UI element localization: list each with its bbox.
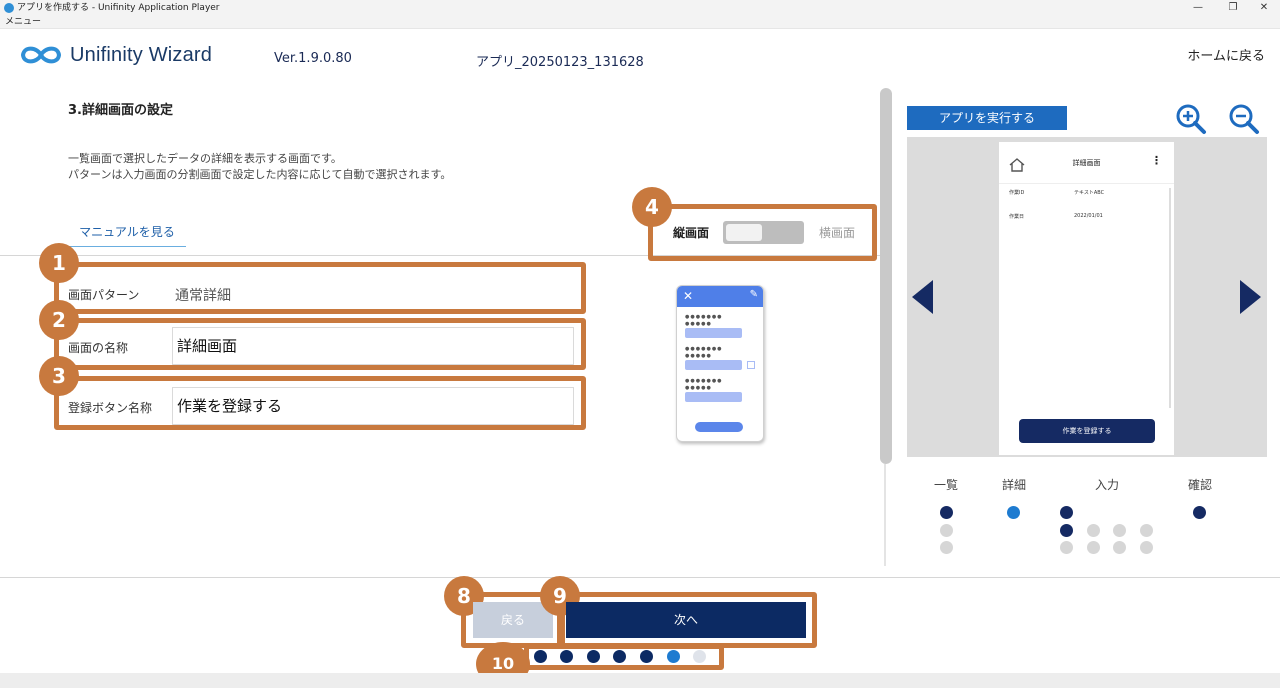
zoom-in-icon[interactable]: [1175, 103, 1207, 135]
screen-label-detail: 詳細: [1002, 478, 1027, 492]
next-button[interactable]: 次へ: [566, 602, 806, 638]
preview-row-label: 作業日: [1009, 214, 1025, 220]
preview-phone: 詳細画面 ⋮ 作業ID テキストABC 作業日 2022/01/01 作業を登録…: [999, 142, 1174, 455]
thumbnail-field: [685, 392, 742, 402]
app-name: アプリ_20250123_131628: [476, 55, 644, 70]
button-name-input[interactable]: 作業を登録する: [172, 387, 574, 425]
version-label: Ver.1.9.0.80: [274, 51, 352, 66]
progress-dot: [534, 650, 547, 663]
section-title: 3.詳細画面の設定: [68, 103, 173, 118]
close-button[interactable]: ✕: [1246, 0, 1280, 16]
close-icon: ✕: [683, 289, 694, 303]
screen-dot[interactable]: [1140, 541, 1153, 554]
screen-dot-current[interactable]: [1007, 506, 1020, 519]
callout-badge-3: 3: [39, 356, 79, 396]
section-description: 一覧画面で選択したデータの詳細を表示する画面です。 パターンは入力画面の分割画面…: [68, 151, 451, 183]
window-title: アプリを作成する - Unifinity Application Player: [17, 3, 220, 13]
screen-dot[interactable]: [1060, 524, 1073, 537]
footer-divider: [0, 577, 1280, 578]
thumbnail-field: [685, 328, 742, 338]
preview-scrollbar: [1169, 188, 1171, 408]
preview-header: 詳細画面 ⋮: [999, 142, 1174, 184]
menu-bar: メニュー: [0, 16, 1280, 29]
thumbnail-text: ●●●●●: [685, 353, 712, 359]
callout-badge-2: 2: [39, 300, 79, 340]
screen-dot[interactable]: [1087, 524, 1100, 537]
logo-text: Unifinity Wizard: [70, 43, 213, 66]
screen-dot[interactable]: [1060, 506, 1073, 519]
screen-dot[interactable]: [1113, 524, 1126, 537]
vertical-scrollbar[interactable]: [880, 88, 892, 464]
screen-dot[interactable]: [940, 524, 953, 537]
footer-bar: [0, 673, 1280, 688]
callout-badge-1: 1: [39, 243, 79, 283]
screen-dot[interactable]: [1087, 541, 1100, 554]
divider: [884, 464, 886, 566]
thumbnail-field: [685, 360, 742, 370]
pattern-label: 画面パターン: [68, 288, 140, 302]
screen-label-list: 一覧: [934, 478, 959, 492]
name-label: 画面の名称: [68, 341, 129, 355]
progress-dot-current: [667, 650, 680, 663]
preview-row-value: 2022/01/01: [1074, 213, 1103, 219]
app-icon: [4, 3, 14, 13]
run-app-button[interactable]: アプリを実行する: [907, 106, 1067, 130]
screen-dot[interactable]: [1060, 541, 1073, 554]
screen-dot[interactable]: [1113, 541, 1126, 554]
edit-icon: ✎: [749, 289, 758, 300]
calendar-icon: [747, 361, 755, 369]
zoom-out-icon[interactable]: [1228, 103, 1260, 135]
button-name-label: 登録ボタン名称: [68, 401, 153, 415]
screen-dot[interactable]: [1193, 506, 1206, 519]
menu-item[interactable]: メニュー: [5, 17, 41, 27]
thumbnail-text: ●●●●●●●: [685, 346, 723, 352]
orientation-toggle[interactable]: [723, 221, 804, 244]
thumbnail-text: ●●●●●: [685, 385, 712, 391]
callout-badge-4: 4: [632, 187, 672, 227]
minimize-button[interactable]: —: [1180, 0, 1216, 16]
back-button[interactable]: 戻る: [473, 602, 553, 638]
description-line: 一覧画面で選択したデータの詳細を表示する画面です。: [68, 152, 342, 165]
progress-dot: [613, 650, 626, 663]
progress-dot: [560, 650, 573, 663]
screen-label-input: 入力: [1095, 478, 1120, 492]
thumbnail-text: ●●●●●: [685, 321, 712, 327]
progress-dot: [640, 650, 653, 663]
preview-title: 詳細画面: [1072, 159, 1101, 167]
screen-dot[interactable]: [940, 506, 953, 519]
window-titlebar: アプリを作成する - Unifinity Application Player …: [0, 0, 1280, 16]
screen-dot[interactable]: [940, 541, 953, 554]
landscape-label[interactable]: 横画面: [819, 224, 855, 241]
preview-row-value: テキストABC: [1074, 190, 1105, 196]
screen-dot[interactable]: [1140, 524, 1153, 537]
home-link[interactable]: ホームに戻る: [1187, 45, 1265, 64]
manual-link[interactable]: マニュアルを見る: [68, 223, 186, 247]
screen-name-input[interactable]: 詳細画面: [172, 327, 574, 365]
thumbnail-button: [695, 422, 743, 432]
pattern-thumbnail: ✕ ✎ ●●●●●●● ●●●●● ●●●●●●● ●●●●● ●●●●●●● …: [676, 285, 764, 442]
description-line: パターンは入力画面の分割画面で設定した内容に応じて自動で選択されます。: [68, 168, 452, 181]
toggle-knob: [726, 224, 762, 241]
more-icon: ⋮: [1151, 154, 1162, 167]
screen-label-confirm: 確認: [1188, 478, 1213, 492]
preview-register-button: 作業を登録する: [1019, 419, 1155, 443]
portrait-label[interactable]: 縦画面: [673, 224, 709, 241]
logo: Unifinity Wizard: [18, 42, 212, 68]
prev-screen-arrow-icon[interactable]: [912, 280, 934, 314]
progress-dot: [693, 650, 706, 663]
thumbnail-header: ✕ ✎: [677, 286, 763, 307]
logo-icon: [20, 46, 62, 64]
next-screen-arrow-icon[interactable]: [1239, 280, 1261, 314]
pattern-value: 通常詳細: [175, 288, 231, 304]
preview-row-label: 作業ID: [1009, 190, 1025, 196]
progress-dot: [587, 650, 600, 663]
thumbnail-text: ●●●●●●●: [685, 314, 723, 320]
thumbnail-text: ●●●●●●●: [685, 378, 723, 384]
